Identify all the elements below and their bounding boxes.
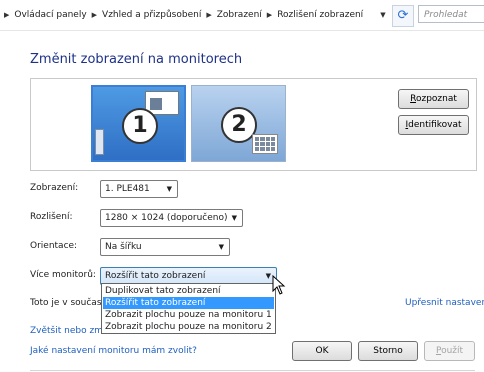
chevron-down-icon: ▼ xyxy=(231,214,237,222)
chevron-right-icon: ▶ xyxy=(91,11,98,19)
chevron-down-icon: ▼ xyxy=(166,185,172,193)
sidebar-thumbnail-icon xyxy=(95,129,104,155)
chevron-right-icon: ▶ xyxy=(206,11,212,19)
orientation-select[interactable]: Na šířku ▼ xyxy=(100,238,230,256)
display-value: 1. PLE481 xyxy=(105,184,150,194)
grid-thumbnail-icon xyxy=(252,134,278,154)
search-input[interactable]: Prohledat xyxy=(418,5,484,23)
address-bar[interactable]: ▶ Ovládací panely ▶ Vzhled a přizpůsoben… xyxy=(0,0,484,31)
chevron-right-icon: ▶ xyxy=(4,11,10,19)
which-settings-link[interactable]: Jaké nastavení monitoru mám zvolit? xyxy=(30,346,197,356)
cancel-button[interactable]: Storno xyxy=(358,341,418,361)
mouse-cursor-icon xyxy=(272,275,286,295)
display-label: Zobrazení: xyxy=(30,183,79,193)
identify-button[interactable]: Identifikovat xyxy=(398,115,469,135)
page-title: Změnit zobrazení na monitorech xyxy=(30,52,243,67)
enlarge-text-link[interactable]: Zvětšit nebo zme xyxy=(30,326,109,336)
address-dropdown-icon[interactable]: ▼ xyxy=(376,8,390,22)
detect-button[interactable]: Rozpoznat xyxy=(398,89,469,109)
breadcrumb-control-panel[interactable]: Ovládací panely xyxy=(14,10,86,20)
ok-button[interactable]: OK xyxy=(292,341,352,361)
divider xyxy=(30,370,475,371)
breadcrumb-resolution[interactable]: Rozlišení zobrazení xyxy=(277,10,363,20)
monitor-preview: 1 2 Rozpoznat Identifikovat xyxy=(30,78,477,171)
resolution-label: Rozlišení: xyxy=(30,212,73,222)
advanced-settings-link[interactable]: Upřesnit nastavení xyxy=(405,298,484,308)
chevron-right-icon: ▶ xyxy=(266,11,273,19)
refresh-icon[interactable]: ⟳ xyxy=(392,5,414,27)
option-only-monitor-2[interactable]: Zobrazit plochu pouze na monitoru 2 xyxy=(103,321,274,333)
multiple-displays-value: Rozšířit tato zobrazení xyxy=(105,271,206,281)
multiple-displays-label: Více monitorů: xyxy=(30,270,96,280)
option-only-monitor-1[interactable]: Zobrazit plochu pouze na monitoru 1 xyxy=(103,309,274,321)
chevron-down-icon: ▼ xyxy=(218,243,224,251)
display-select[interactable]: 1. PLE481 ▼ xyxy=(100,180,178,198)
chevron-down-icon: ▼ xyxy=(265,272,271,280)
resolution-value: 1280 × 1024 (doporučeno) xyxy=(105,213,228,223)
option-duplicate[interactable]: Duplikovat tato zobrazení xyxy=(103,285,274,297)
monitor-1[interactable]: 1 xyxy=(91,85,186,162)
breadcrumb-appearance[interactable]: Vzhled a přizpůsobení xyxy=(102,10,201,20)
breadcrumb-display[interactable]: Zobrazení xyxy=(217,10,262,20)
orientation-label: Orientace: xyxy=(30,241,78,251)
option-extend[interactable]: Rozšířit tato zobrazení xyxy=(103,297,274,309)
resolution-select[interactable]: 1280 × 1024 (doporučeno) ▼ xyxy=(100,209,243,227)
monitor-1-number: 1 xyxy=(122,108,158,144)
monitor-2[interactable]: 2 xyxy=(191,85,286,162)
apply-button[interactable]: Použít xyxy=(424,341,475,361)
breadcrumb: ▶ Ovládací panely ▶ Vzhled a přizpůsoben… xyxy=(4,8,363,22)
multiple-displays-options: Duplikovat tato zobrazení Rozšířit tato … xyxy=(101,283,276,334)
orientation-value: Na šířku xyxy=(105,242,142,252)
